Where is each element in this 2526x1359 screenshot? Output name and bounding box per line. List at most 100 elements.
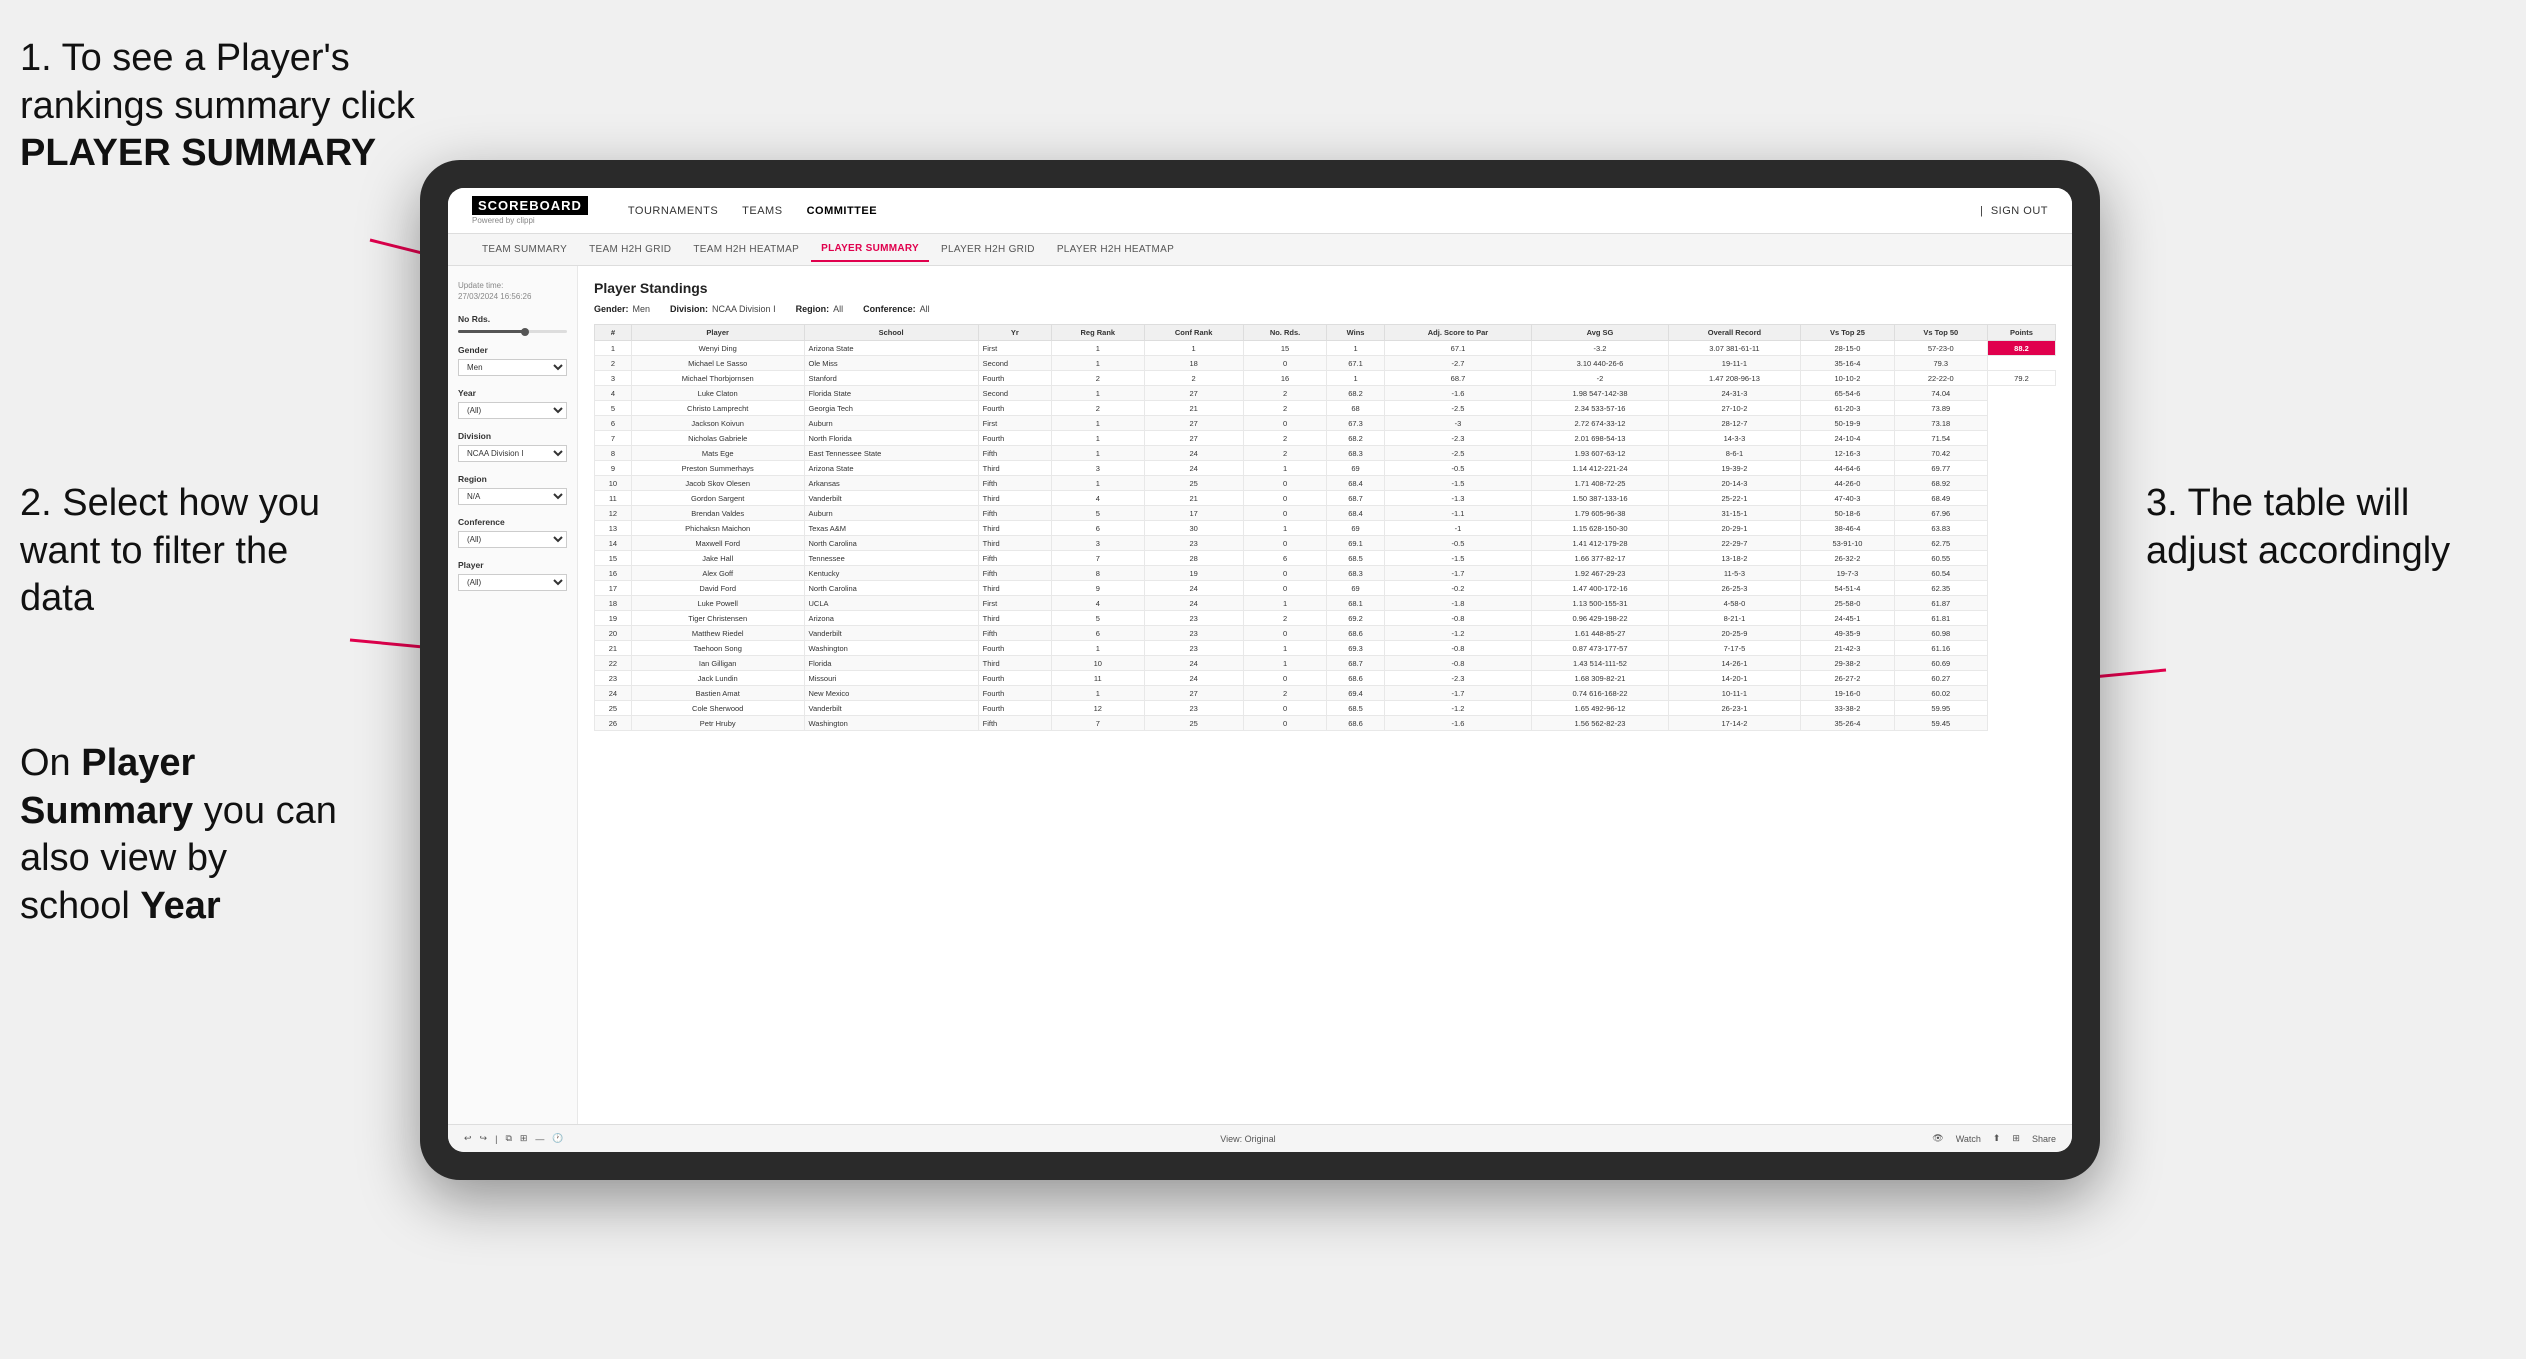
sub-nav-player-summary[interactable]: PLAYER SUMMARY xyxy=(811,237,929,262)
table-cell: 68.2 xyxy=(1327,386,1384,401)
table-cell: -2.3 xyxy=(1384,671,1532,686)
table-cell: 68.6 xyxy=(1327,626,1384,641)
instruction-on-text1: On xyxy=(20,742,81,784)
filter-region-value: All xyxy=(833,304,843,314)
col-points[interactable]: Points xyxy=(1987,325,2055,341)
table-cell: 26 xyxy=(595,716,632,731)
sub-nav-team-summary[interactable]: TEAM SUMMARY xyxy=(472,238,577,261)
sub-nav-player-h2h-heatmap[interactable]: PLAYER H2H HEATMAP xyxy=(1047,238,1184,261)
table-cell: 23 xyxy=(595,671,632,686)
table-cell: Florida xyxy=(804,656,978,671)
table-cell: Fifth xyxy=(978,626,1051,641)
table-cell: Jack Lundin xyxy=(631,671,804,686)
slider-track[interactable] xyxy=(458,330,567,333)
table-row: 6Jackson KoivunAuburnFirst127067.3-32.72… xyxy=(595,416,2056,431)
table-cell: 68.2 xyxy=(1327,431,1384,446)
table-cell: Fifth xyxy=(978,566,1051,581)
table-cell: New Mexico xyxy=(804,686,978,701)
nav-sign-out[interactable]: Sign out xyxy=(1991,201,2048,221)
sub-nav-team-h2h-heatmap[interactable]: TEAM H2H HEATMAP xyxy=(683,238,809,261)
export-icon[interactable]: ⬆ xyxy=(1993,1133,2001,1144)
col-reg-rank[interactable]: Reg Rank xyxy=(1051,325,1144,341)
table-cell: 44-26-0 xyxy=(1801,476,1894,491)
watch-label[interactable]: Watch xyxy=(1956,1134,1981,1144)
col-overall-record[interactable]: Overall Record xyxy=(1668,325,1801,341)
table-cell: -0.5 xyxy=(1384,536,1532,551)
col-vs-top50[interactable]: Vs Top 50 xyxy=(1894,325,1987,341)
table-row: 22Ian GilliganFloridaThird1024168.7-0.81… xyxy=(595,656,2056,671)
col-vs-top25[interactable]: Vs Top 25 xyxy=(1801,325,1894,341)
table-cell: 26-32-2 xyxy=(1801,551,1894,566)
table-cell: Nicholas Gabriele xyxy=(631,431,804,446)
nav-right: | Sign out xyxy=(1980,201,2048,221)
table-cell: 68.3 xyxy=(1327,446,1384,461)
table-cell: Georgia Tech xyxy=(804,401,978,416)
instruction-step3-text: 3. The table will adjust accordingly xyxy=(2146,482,2450,572)
table-cell: -1.2 xyxy=(1384,626,1532,641)
table-cell: Third xyxy=(978,491,1051,506)
col-player[interactable]: Player xyxy=(631,325,804,341)
instruction-step1-bold: PLAYER SUMMARY xyxy=(20,132,376,174)
nav-item-teams[interactable]: TEAMS xyxy=(742,201,782,221)
table-cell: 20 xyxy=(595,626,632,641)
table-cell: 68.7 xyxy=(1327,656,1384,671)
paste-icon[interactable]: ⊞ xyxy=(520,1133,528,1144)
sidebar-division-select[interactable]: NCAA Division I xyxy=(458,445,567,462)
table-cell: 62.75 xyxy=(1894,536,1987,551)
table-cell: 68.7 xyxy=(1327,491,1384,506)
nav-item-tournaments[interactable]: TOURNAMENTS xyxy=(628,201,718,221)
copy-icon[interactable]: ⧉ xyxy=(505,1133,511,1144)
sub-nav-player-h2h-grid[interactable]: PLAYER H2H GRID xyxy=(931,238,1045,261)
table-row: 14Maxwell FordNorth CarolinaThird323069.… xyxy=(595,536,2056,551)
table-cell: 35-16-4 xyxy=(1801,356,1894,371)
sidebar-conference-select[interactable]: (All) xyxy=(458,531,567,548)
table-cell: 33-38-2 xyxy=(1801,701,1894,716)
share-label[interactable]: Share xyxy=(2032,1134,2056,1144)
filter-gender: Gender: Men xyxy=(594,304,650,314)
table-cell: Second xyxy=(978,356,1051,371)
filter-conference: Conference: All xyxy=(863,304,930,314)
sidebar-player-select[interactable]: (All) xyxy=(458,574,567,591)
table-cell: 1 xyxy=(1051,641,1144,656)
table-cell: 25-22-1 xyxy=(1668,491,1801,506)
sidebar-gender-section: Gender Men xyxy=(458,345,567,376)
table-row: 23Jack LundinMissouriFourth1124068.6-2.3… xyxy=(595,671,2056,686)
nav-item-committee[interactable]: COMMITTEE xyxy=(807,201,878,221)
table-cell: Fourth xyxy=(978,671,1051,686)
col-school[interactable]: School xyxy=(804,325,978,341)
filter-gender-label: Gender: xyxy=(594,304,629,314)
sidebar-region-select[interactable]: N/A xyxy=(458,488,567,505)
col-rank[interactable]: # xyxy=(595,325,632,341)
col-adj-score[interactable]: Adj. Score to Par xyxy=(1384,325,1532,341)
table-cell: 22-29-7 xyxy=(1668,536,1801,551)
table-cell: 68.5 xyxy=(1327,701,1384,716)
filter-division-value: NCAA Division I xyxy=(712,304,776,314)
table-cell: Gordon Sargent xyxy=(631,491,804,506)
table-cell: 13 xyxy=(595,521,632,536)
redo-icon[interactable]: ↪ xyxy=(480,1133,488,1144)
col-yr[interactable]: Yr xyxy=(978,325,1051,341)
table-cell: -3 xyxy=(1384,416,1532,431)
grid-icon[interactable]: ⊞ xyxy=(2012,1133,2020,1144)
table-cell: 1 xyxy=(1144,341,1243,356)
col-no-rds[interactable]: No. Rds. xyxy=(1243,325,1327,341)
table-cell: 67.96 xyxy=(1894,506,1987,521)
clock-icon[interactable]: 🕐 xyxy=(552,1133,563,1144)
table-cell: 4 xyxy=(1051,491,1144,506)
sidebar-year-select[interactable]: (All) xyxy=(458,402,567,419)
col-wins[interactable]: Wins xyxy=(1327,325,1384,341)
table-cell: 6 xyxy=(595,416,632,431)
table-cell: 19 xyxy=(595,611,632,626)
table-cell: Missouri xyxy=(804,671,978,686)
col-avg-sg[interactable]: Avg SG xyxy=(1532,325,1668,341)
sidebar-division-label: Division xyxy=(458,431,567,441)
table-cell: Bastien Amat xyxy=(631,686,804,701)
col-conf-rank[interactable]: Conf Rank xyxy=(1144,325,1243,341)
sub-nav-team-h2h-grid[interactable]: TEAM H2H GRID xyxy=(579,238,681,261)
undo-icon[interactable]: ↩ xyxy=(464,1133,472,1144)
filter-division: Division: NCAA Division I xyxy=(670,304,776,314)
table-cell: Christo Lamprecht xyxy=(631,401,804,416)
view-original-label[interactable]: View: Original xyxy=(1220,1134,1275,1144)
table-cell: 59.45 xyxy=(1894,716,1987,731)
sidebar-gender-select[interactable]: Men xyxy=(458,359,567,376)
